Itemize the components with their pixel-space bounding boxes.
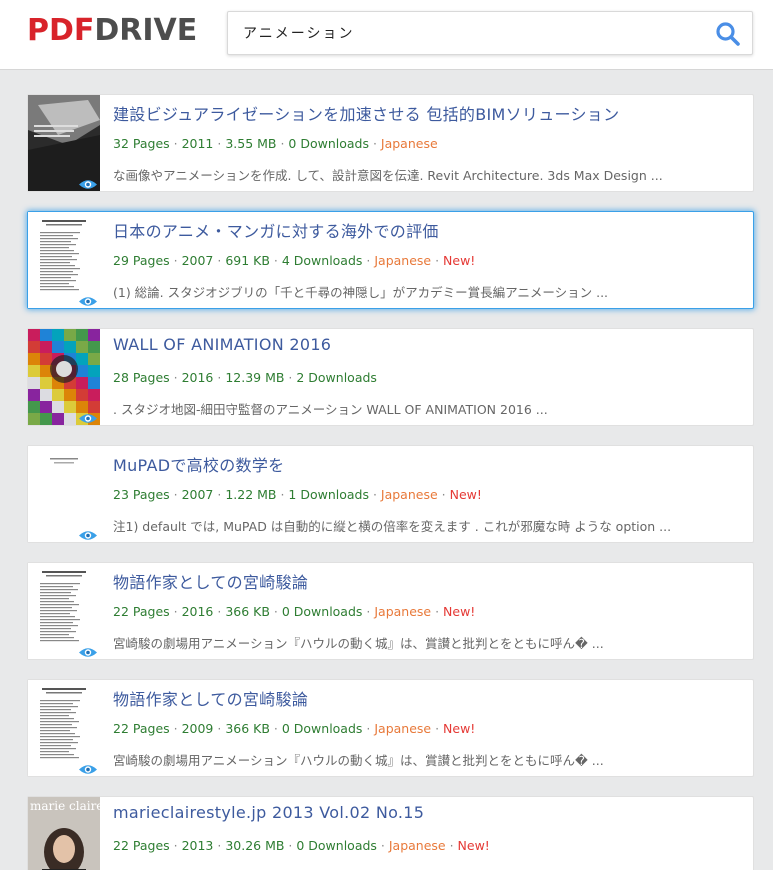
thumbnail[interactable]: marie claire — [28, 797, 100, 870]
pages-count: 22 Pages — [113, 604, 170, 619]
thumbnail[interactable] — [28, 212, 100, 308]
year: 2007 — [181, 487, 214, 502]
thumbnail-magazine-title: marie claire — [30, 799, 100, 813]
scrollbar[interactable] — [761, 70, 773, 870]
preview-button[interactable] — [78, 410, 98, 423]
search-input[interactable] — [228, 12, 698, 54]
year: 2011 — [181, 136, 214, 151]
eye-preview-icon — [79, 648, 97, 657]
year: 2016 — [181, 604, 214, 619]
result-meta: 28 Pages · 2016 · 12.39 MB · 2 Downloads — [113, 370, 377, 385]
result-title-link[interactable]: marieclairestyle.jp 2013 Vol.02 No.15 — [113, 803, 424, 822]
result-card[interactable]: 物語作家としての宮崎駿論 22 Pages · 2016 · 366 KB · … — [27, 562, 754, 660]
new-badge: New! — [449, 487, 482, 502]
pages-count: 28 Pages — [113, 370, 170, 385]
result-title-link[interactable]: 日本のアニメ・マンガに対する海外での評価 — [113, 218, 439, 242]
pages-count: 32 Pages — [113, 136, 170, 151]
preview-button[interactable] — [78, 761, 98, 774]
download-count: 0 Downloads — [281, 604, 363, 619]
file-size: 691 KB — [225, 253, 270, 268]
language-label: Japanese — [374, 604, 432, 619]
file-size: 366 KB — [225, 721, 270, 736]
thumbnail[interactable] — [28, 95, 100, 191]
pages-count: 23 Pages — [113, 487, 170, 502]
result-card[interactable]: 建設ビジュアライゼーションを加速させる 包括的BIMソリューション 32 Pag… — [27, 94, 754, 192]
search-button[interactable] — [714, 20, 742, 48]
result-title-link[interactable]: 建設ビジュアライゼーションを加速させる 包括的BIMソリューション — [113, 101, 619, 125]
pages-count: 22 Pages — [113, 721, 170, 736]
eye-preview-icon — [79, 180, 97, 189]
result-meta: 29 Pages · 2007 · 691 KB · 4 Downloads ·… — [113, 253, 476, 268]
file-size: 30.26 MB — [225, 838, 285, 853]
eye-preview-icon — [79, 297, 97, 306]
result-meta: 23 Pages · 2007 · 1.22 MB · 1 Downloads … — [113, 487, 482, 502]
thumbnail[interactable] — [28, 329, 100, 425]
year: 2016 — [181, 370, 214, 385]
language-label: Japanese — [380, 487, 438, 502]
result-card[interactable]: WALL OF ANIMATION 2016 28 Pages · 2016 ·… — [27, 328, 754, 426]
year: 2013 — [181, 838, 214, 853]
site-header: PDFDRIVE — [0, 0, 773, 70]
result-title-link[interactable]: 物語作家としての宮崎駿論 — [113, 569, 308, 593]
eye-preview-icon — [79, 765, 97, 774]
download-count: 0 Downloads — [296, 838, 377, 853]
preview-button[interactable] — [78, 176, 98, 189]
result-snippet: (1) 総論. スタジオジブリの「千と千尋の神隠し」がアカデミー賞長編アニメーシ… — [113, 285, 609, 300]
download-count: 1 Downloads — [288, 487, 369, 502]
file-size: 12.39 MB — [225, 370, 285, 385]
preview-button[interactable] — [78, 644, 98, 657]
thumbnail[interactable] — [28, 680, 100, 776]
result-meta: 22 Pages · 2016 · 366 KB · 0 Downloads ·… — [113, 604, 476, 619]
result-card[interactable]: 日本のアニメ・マンガに対する海外での評価 29 Pages · 2007 · 6… — [27, 211, 754, 309]
result-meta: 32 Pages · 2011 · 3.55 MB · 0 Downloads … — [113, 136, 438, 151]
result-snippet: . スタジオ地図-細田守監督のアニメーション WALL OF ANIMATION… — [113, 402, 548, 417]
result-card[interactable]: MuPADで高校の数学を 23 Pages · 2007 · 1.22 MB ·… — [27, 445, 754, 543]
search-box — [227, 11, 753, 55]
result-title-link[interactable]: MuPADで高校の数学を — [113, 452, 284, 476]
download-count: 2 Downloads — [296, 370, 377, 385]
thumbnail[interactable] — [28, 446, 100, 542]
language-label: Japanese — [388, 838, 446, 853]
result-snippet: な画像やアニメーションを作成. して、設計意図を伝達. Revit Archit… — [113, 168, 663, 183]
pages-count: 22 Pages — [113, 838, 170, 853]
logo-drive-text: DRIVE — [94, 13, 198, 48]
preview-button[interactable] — [78, 293, 98, 306]
file-size: 3.55 MB — [225, 136, 277, 151]
result-snippet: 宮崎駿の劇場用アニメーション『ハウルの動く城』は、賞讃と批判とをともに呼ん� .… — [113, 636, 604, 651]
new-badge: New! — [457, 838, 490, 853]
search-icon — [716, 22, 740, 46]
result-meta: 22 Pages · 2009 · 366 KB · 0 Downloads ·… — [113, 721, 476, 736]
download-count: 0 Downloads — [281, 721, 363, 736]
download-count: 0 Downloads — [288, 136, 369, 151]
result-title-link[interactable]: WALL OF ANIMATION 2016 — [113, 335, 331, 354]
new-badge: New! — [443, 253, 476, 268]
result-card[interactable]: 物語作家としての宮崎駿論 22 Pages · 2009 · 366 KB · … — [27, 679, 754, 777]
result-snippet: 宮崎駿の劇場用アニメーション『ハウルの動く城』は、賞讃と批判とをともに呼ん� .… — [113, 753, 604, 768]
pages-count: 29 Pages — [113, 253, 170, 268]
language-label: Japanese — [380, 136, 438, 151]
pdfdrive-logo[interactable]: PDFDRIVE — [27, 13, 197, 49]
file-size: 1.22 MB — [225, 487, 277, 502]
result-meta: 22 Pages · 2013 · 30.26 MB · 0 Downloads… — [113, 838, 490, 853]
year: 2007 — [181, 253, 214, 268]
language-label: Japanese — [374, 253, 432, 268]
result-card[interactable]: marie claire marieclairestyle.jp 2013 Vo… — [27, 796, 754, 870]
eye-preview-icon — [79, 414, 97, 423]
logo-pdf-text: PDF — [27, 13, 95, 48]
language-label: Japanese — [374, 721, 432, 736]
eye-preview-icon — [79, 531, 97, 540]
download-count: 4 Downloads — [281, 253, 363, 268]
thumbnail[interactable] — [28, 563, 100, 659]
result-title-link[interactable]: 物語作家としての宮崎駿論 — [113, 686, 308, 710]
file-size: 366 KB — [225, 604, 270, 619]
result-snippet: 注1) default では, MuPAD は自動的に縦と横の倍率を変えます .… — [113, 519, 672, 534]
new-badge: New! — [443, 721, 476, 736]
year: 2009 — [181, 721, 214, 736]
preview-button[interactable] — [78, 527, 98, 540]
new-badge: New! — [443, 604, 476, 619]
